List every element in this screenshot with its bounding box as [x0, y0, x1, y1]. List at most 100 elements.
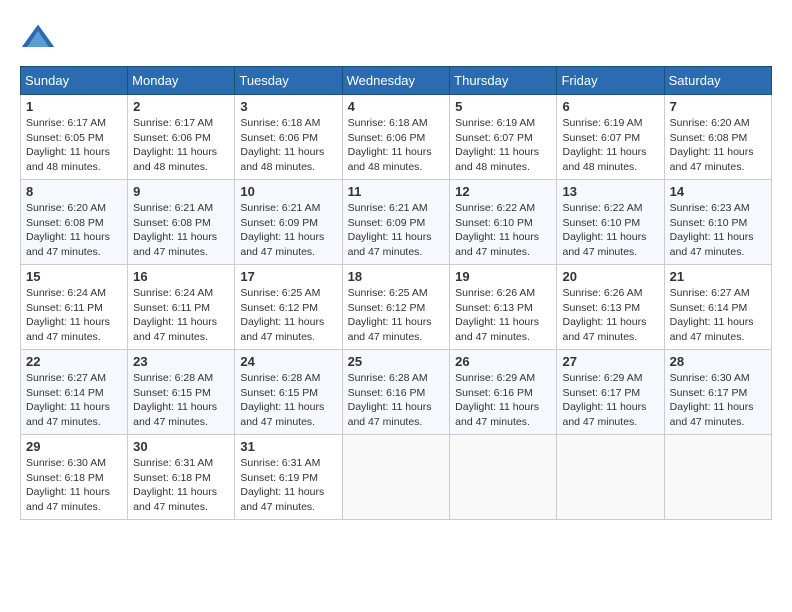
calendar-cell: 22 Sunrise: 6:27 AM Sunset: 6:14 PM Dayli…	[21, 350, 128, 435]
day-number: 9	[133, 184, 229, 199]
calendar-cell: 6 Sunrise: 6:19 AM Sunset: 6:07 PM Daylig…	[557, 95, 664, 180]
calendar-cell: 14 Sunrise: 6:23 AM Sunset: 6:10 PM Dayli…	[664, 180, 771, 265]
day-number: 6	[562, 99, 658, 114]
day-number: 22	[26, 354, 122, 369]
calendar-cell: 15 Sunrise: 6:24 AM Sunset: 6:11 PM Dayli…	[21, 265, 128, 350]
col-header-friday: Friday	[557, 67, 664, 95]
calendar-cell: 3Sunrise: 6:18 AM Sunset: 6:06 PM Daylig…	[235, 95, 342, 180]
day-info: Sunrise: 6:21 AM Sunset: 6:09 PM Dayligh…	[348, 201, 445, 260]
calendar-cell: 9 Sunrise: 6:21 AM Sunset: 6:08 PM Daylig…	[128, 180, 235, 265]
calendar-cell: 11 Sunrise: 6:21 AM Sunset: 6:09 PM Dayli…	[342, 180, 450, 265]
calendar-cell	[664, 435, 771, 520]
day-number: 11	[348, 184, 445, 199]
col-header-tuesday: Tuesday	[235, 67, 342, 95]
calendar-cell	[342, 435, 450, 520]
day-number: 24	[240, 354, 336, 369]
calendar-cell	[450, 435, 557, 520]
day-number: 8	[26, 184, 122, 199]
calendar-cell: 27 Sunrise: 6:29 AM Sunset: 6:17 PM Dayli…	[557, 350, 664, 435]
calendar-cell: 18Sunrise: 6:25 AM Sunset: 6:12 PM Dayli…	[342, 265, 450, 350]
calendar-cell: 7 Sunrise: 6:20 AM Sunset: 6:08 PM Daylig…	[664, 95, 771, 180]
day-info: Sunrise: 6:28 AM Sunset: 6:15 PM Dayligh…	[240, 371, 336, 430]
day-info: Sunrise: 6:31 AM Sunset: 6:18 PM Dayligh…	[133, 456, 229, 515]
calendar-cell: 13 Sunrise: 6:22 AM Sunset: 6:10 PM Dayli…	[557, 180, 664, 265]
day-info: Sunrise: 6:25 AM Sunset: 6:12 PM Dayligh…	[348, 286, 445, 345]
calendar-cell: 17 Sunrise: 6:25 AM Sunset: 6:12 PM Dayli…	[235, 265, 342, 350]
day-number: 17	[240, 269, 336, 284]
calendar-cell: 25 Sunrise: 6:28 AM Sunset: 6:16 PM Dayli…	[342, 350, 450, 435]
day-number: 13	[562, 184, 658, 199]
day-info: Sunrise: 6:17 AM Sunset: 6:05 PM Dayligh…	[26, 116, 122, 175]
day-info: Sunrise: 6:18 AM Sunset: 6:06 PM Dayligh…	[240, 116, 336, 175]
calendar-cell: 26 Sunrise: 6:29 AM Sunset: 6:16 PM Dayli…	[450, 350, 557, 435]
col-header-sunday: Sunday	[21, 67, 128, 95]
col-header-monday: Monday	[128, 67, 235, 95]
day-number: 7	[670, 99, 766, 114]
day-number: 14	[670, 184, 766, 199]
day-number: 31	[240, 439, 336, 454]
page-header	[20, 20, 772, 56]
col-header-wednesday: Wednesday	[342, 67, 450, 95]
calendar-cell: 2 Sunrise: 6:17 AM Sunset: 6:06 PM Daylig…	[128, 95, 235, 180]
day-info: Sunrise: 6:18 AM Sunset: 6:06 PM Dayligh…	[348, 116, 445, 175]
day-number: 23	[133, 354, 229, 369]
calendar-cell: 8Sunrise: 6:20 AM Sunset: 6:08 PM Daylig…	[21, 180, 128, 265]
day-info: Sunrise: 6:20 AM Sunset: 6:08 PM Dayligh…	[670, 116, 766, 175]
day-number: 16	[133, 269, 229, 284]
day-number: 21	[670, 269, 766, 284]
day-info: Sunrise: 6:21 AM Sunset: 6:08 PM Dayligh…	[133, 201, 229, 260]
day-info: Sunrise: 6:30 AM Sunset: 6:17 PM Dayligh…	[670, 371, 766, 430]
day-info: Sunrise: 6:23 AM Sunset: 6:10 PM Dayligh…	[670, 201, 766, 260]
day-info: Sunrise: 6:30 AM Sunset: 6:18 PM Dayligh…	[26, 456, 122, 515]
calendar-cell: 21 Sunrise: 6:27 AM Sunset: 6:14 PM Dayli…	[664, 265, 771, 350]
day-info: Sunrise: 6:21 AM Sunset: 6:09 PM Dayligh…	[240, 201, 336, 260]
calendar-cell	[557, 435, 664, 520]
day-info: Sunrise: 6:24 AM Sunset: 6:11 PM Dayligh…	[133, 286, 229, 345]
calendar-cell: 29Sunrise: 6:30 AM Sunset: 6:18 PM Dayli…	[21, 435, 128, 520]
day-number: 2	[133, 99, 229, 114]
day-number: 25	[348, 354, 445, 369]
day-info: Sunrise: 6:27 AM Sunset: 6:14 PM Dayligh…	[26, 371, 122, 430]
day-info: Sunrise: 6:19 AM Sunset: 6:07 PM Dayligh…	[455, 116, 551, 175]
day-info: Sunrise: 6:17 AM Sunset: 6:06 PM Dayligh…	[133, 116, 229, 175]
day-info: Sunrise: 6:28 AM Sunset: 6:15 PM Dayligh…	[133, 371, 229, 430]
day-info: Sunrise: 6:28 AM Sunset: 6:16 PM Dayligh…	[348, 371, 445, 430]
calendar-cell: 30 Sunrise: 6:31 AM Sunset: 6:18 PM Dayli…	[128, 435, 235, 520]
calendar-cell: 28 Sunrise: 6:30 AM Sunset: 6:17 PM Dayli…	[664, 350, 771, 435]
calendar-cell: 31Sunrise: 6:31 AM Sunset: 6:19 PM Dayli…	[235, 435, 342, 520]
calendar-cell: 23 Sunrise: 6:28 AM Sunset: 6:15 PM Dayli…	[128, 350, 235, 435]
day-info: Sunrise: 6:22 AM Sunset: 6:10 PM Dayligh…	[562, 201, 658, 260]
calendar-cell: 1 Sunrise: 6:17 AM Sunset: 6:05 PM Daylig…	[21, 95, 128, 180]
calendar-cell: 4 Sunrise: 6:18 AM Sunset: 6:06 PM Daylig…	[342, 95, 450, 180]
day-number: 19	[455, 269, 551, 284]
calendar: SundayMondayTuesdayWednesdayThursdayFrid…	[20, 66, 772, 520]
logo-icon	[20, 20, 56, 56]
col-header-saturday: Saturday	[664, 67, 771, 95]
day-number: 5	[455, 99, 551, 114]
day-number: 4	[348, 99, 445, 114]
day-number: 30	[133, 439, 229, 454]
day-number: 27	[562, 354, 658, 369]
calendar-cell: 24 Sunrise: 6:28 AM Sunset: 6:15 PM Dayli…	[235, 350, 342, 435]
calendar-cell: 19Sunrise: 6:26 AM Sunset: 6:13 PM Dayli…	[450, 265, 557, 350]
day-number: 15	[26, 269, 122, 284]
col-header-thursday: Thursday	[450, 67, 557, 95]
day-number: 26	[455, 354, 551, 369]
day-info: Sunrise: 6:26 AM Sunset: 6:13 PM Dayligh…	[562, 286, 658, 345]
calendar-cell: 10 Sunrise: 6:21 AM Sunset: 6:09 PM Dayli…	[235, 180, 342, 265]
day-info: Sunrise: 6:22 AM Sunset: 6:10 PM Dayligh…	[455, 201, 551, 260]
day-number: 10	[240, 184, 336, 199]
day-number: 28	[670, 354, 766, 369]
day-info: Sunrise: 6:29 AM Sunset: 6:17 PM Dayligh…	[562, 371, 658, 430]
day-info: Sunrise: 6:29 AM Sunset: 6:16 PM Dayligh…	[455, 371, 551, 430]
day-info: Sunrise: 6:27 AM Sunset: 6:14 PM Dayligh…	[670, 286, 766, 345]
day-number: 1	[26, 99, 122, 114]
day-number: 12	[455, 184, 551, 199]
calendar-cell: 5 Sunrise: 6:19 AM Sunset: 6:07 PM Daylig…	[450, 95, 557, 180]
calendar-cell: 20 Sunrise: 6:26 AM Sunset: 6:13 PM Dayli…	[557, 265, 664, 350]
day-info: Sunrise: 6:24 AM Sunset: 6:11 PM Dayligh…	[26, 286, 122, 345]
day-info: Sunrise: 6:19 AM Sunset: 6:07 PM Dayligh…	[562, 116, 658, 175]
calendar-cell: 12 Sunrise: 6:22 AM Sunset: 6:10 PM Dayli…	[450, 180, 557, 265]
day-number: 20	[562, 269, 658, 284]
day-info: Sunrise: 6:25 AM Sunset: 6:12 PM Dayligh…	[240, 286, 336, 345]
